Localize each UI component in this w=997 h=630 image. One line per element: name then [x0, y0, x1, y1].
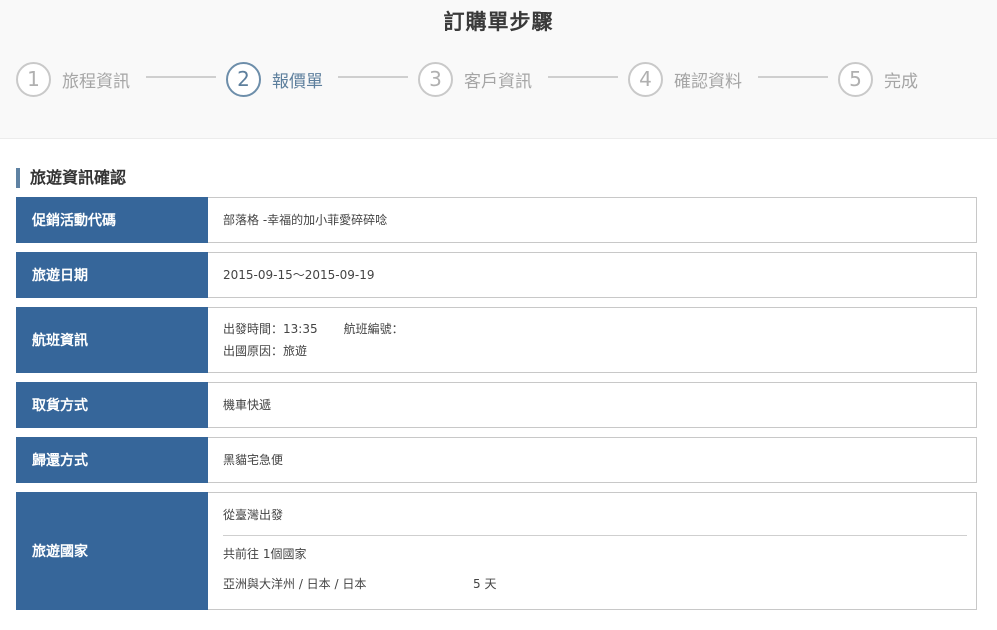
flight-info-row: 航班資訊 出發時間：13:35 航班編號： 出國原因：旅遊 — [16, 307, 977, 373]
step-1-label: 旅程資訊 — [62, 71, 130, 92]
flight-info-value: 出發時間：13:35 航班編號： 出國原因：旅遊 — [208, 307, 977, 373]
return-method-value: 黑貓宅急便 — [208, 437, 977, 483]
travel-date-row: 旅遊日期 2015-09-15～2015-09-19 — [16, 252, 977, 298]
travel-date-value: 2015-09-15～2015-09-19 — [208, 252, 977, 298]
return-method-label: 歸還方式 — [16, 437, 208, 483]
travel-country-row: 旅遊國家 從臺灣出發 共前往 1個國家 亞洲與大洋州 / 日本 / 日本 5 天 — [16, 492, 977, 610]
step-connector — [338, 76, 408, 78]
flight-line-2: 出國原因：旅遊 — [223, 340, 976, 362]
pickup-method-text: 機車快遞 — [223, 398, 272, 412]
promo-code-text: 部落格 -幸福的加小菲愛碎碎唸 — [223, 213, 388, 227]
step-connector — [548, 76, 618, 78]
step-5-number: 5 — [838, 61, 873, 97]
promo-code-row: 促銷活動代碼 部落格 -幸福的加小菲愛碎碎唸 — [16, 197, 977, 243]
return-method-row: 歸還方式 黑貓宅急便 — [16, 437, 977, 483]
country-days: 5 天 — [473, 577, 497, 591]
travel-date-label: 旅遊日期 — [16, 252, 208, 298]
promo-code-value: 部落格 -幸福的加小菲愛碎碎唸 — [208, 197, 977, 243]
step-1-number: 1 — [16, 61, 51, 97]
step-connector — [758, 76, 828, 78]
step-5-label: 完成 — [884, 71, 918, 92]
step-2-label: 報價單 — [272, 71, 323, 92]
step-4: 4 確認資料 — [628, 61, 742, 97]
departure-origin: 從臺灣出發 — [223, 493, 967, 536]
step-1: 1 旅程資訊 — [16, 61, 130, 97]
step-3: 3 客戶資訊 — [418, 61, 532, 97]
travel-country-label: 旅遊國家 — [16, 492, 208, 610]
departure-time-value: 13:35 — [283, 322, 318, 336]
flight-info-label: 航班資訊 — [16, 307, 208, 373]
section-title: 旅遊資訊確認 — [16, 168, 126, 188]
flight-number-label: 航班編號： — [343, 322, 404, 336]
departure-time-label: 出發時間： — [223, 322, 284, 336]
departure-origin-text: 從臺灣出發 — [223, 507, 284, 522]
purpose-label: 出國原因： — [223, 344, 284, 358]
promo-code-label: 促銷活動代碼 — [16, 197, 208, 243]
step-2: 2 報價單 — [226, 61, 323, 97]
order-steps-header: 訂購單步驟 1 旅程資訊 2 報價單 3 客戶資訊 4 確認資料 5 完成 — [0, 0, 997, 139]
pickup-method-value: 機車快遞 — [208, 382, 977, 428]
country-count: 共前往 1個國家 — [223, 547, 307, 561]
country-route: 亞洲與大洋州 / 日本 / 日本 — [223, 577, 367, 591]
return-method-text: 黑貓宅急便 — [223, 453, 284, 467]
travel-country-value: 從臺灣出發 共前往 1個國家 亞洲與大洋州 / 日本 / 日本 5 天 — [208, 492, 977, 610]
step-3-label: 客戶資訊 — [464, 71, 532, 92]
step-4-label: 確認資料 — [674, 71, 742, 92]
page-title: 訂購單步驟 — [443, 10, 554, 34]
pickup-method-label: 取貨方式 — [16, 382, 208, 428]
step-connector — [146, 76, 216, 78]
country-item: 亞洲與大洋州 / 日本 / 日本 5 天 — [223, 574, 976, 594]
step-5: 5 完成 — [838, 61, 918, 97]
flight-line-1: 出發時間：13:35 航班編號： — [223, 318, 976, 340]
pickup-method-row: 取貨方式 機車快遞 — [16, 382, 977, 428]
step-3-number: 3 — [418, 61, 453, 97]
travel-date-text: 2015-09-15～2015-09-19 — [223, 268, 375, 282]
step-4-number: 4 — [628, 61, 663, 97]
purpose-value: 旅遊 — [283, 344, 308, 358]
step-2-number: 2 — [226, 61, 261, 97]
